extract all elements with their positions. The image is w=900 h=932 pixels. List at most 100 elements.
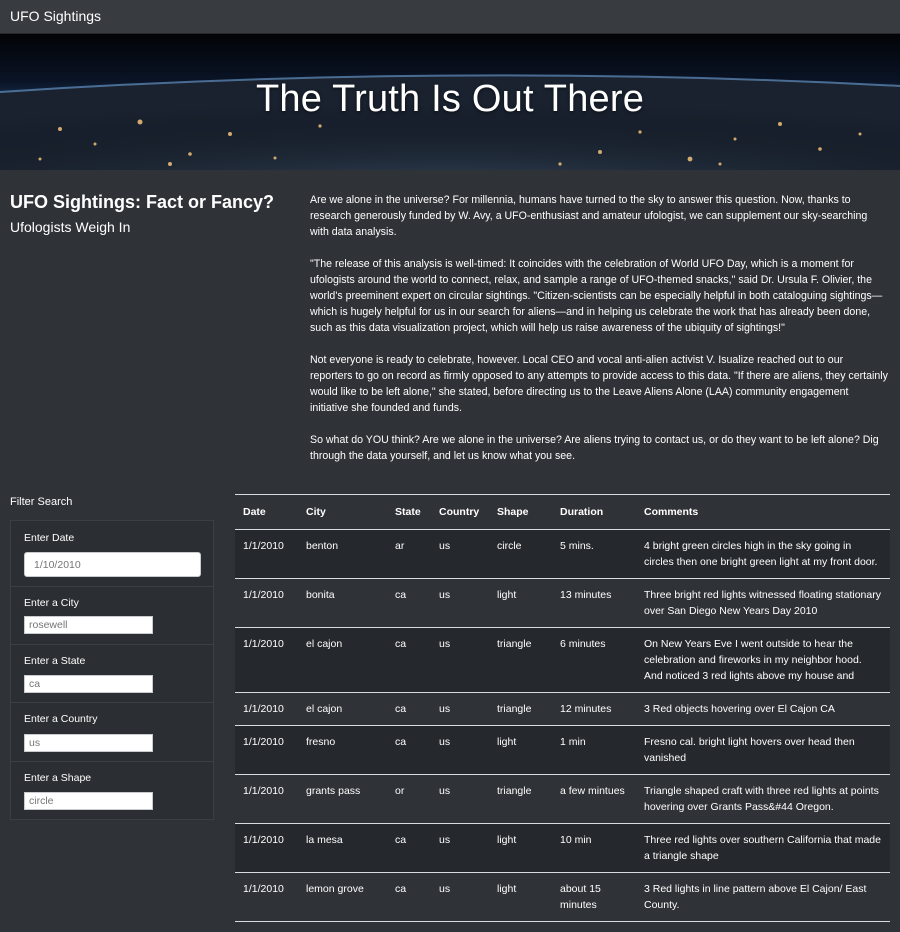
cell-country: us [439, 540, 451, 552]
country-input[interactable] [24, 734, 153, 752]
header-comments: Comments [636, 494, 890, 530]
cell-duration: 5 mins. [560, 540, 594, 552]
filter-panel: Enter Date Enter a City Enter a State En… [10, 520, 214, 820]
date-label: Enter Date [24, 532, 75, 544]
cell-country: us [439, 703, 451, 715]
cell-comments: On New Years Eve I went outside to hear … [636, 628, 890, 693]
cell-state: ca [395, 638, 407, 650]
hero-title: The Truth Is Out There [255, 78, 645, 120]
table-header-row: Date City State Country Shape Duration C… [235, 494, 890, 530]
shape-label: Enter a Shape [24, 772, 92, 784]
cell-city: bonita [306, 589, 335, 601]
cell-date: 1/1/2010 [243, 883, 284, 895]
filter-item-city: Enter a City [11, 587, 213, 645]
cell-shape: light [497, 834, 517, 846]
date-input[interactable] [24, 552, 201, 577]
table-row: 1/1/2010 bonita ca us light 13 minutes T… [235, 578, 890, 628]
cell-duration: about 15 minutes [560, 883, 601, 911]
cell-duration: 12 minutes [560, 703, 612, 715]
table-row: 1/1/2010 el cajon ca us triangle 12 minu… [235, 692, 890, 726]
intro-heading: UFO Sightings: Fact or Fancy? [10, 192, 275, 212]
state-label: Enter a State [24, 655, 86, 667]
cell-comments: 3 Red objects hovering over El Cajon CA [644, 703, 835, 715]
cell-city: benton [306, 540, 339, 552]
cell-comments: Triangle shaped craft with three red lig… [644, 785, 879, 813]
header-shape: Shape [489, 494, 552, 530]
article-paragraph: "The release of this analysis is well-ti… [310, 258, 883, 334]
cell-duration: 1 min [560, 736, 586, 748]
cell-state: or [395, 785, 405, 797]
city-input[interactable] [24, 616, 153, 634]
cell-country: us [439, 883, 451, 895]
cell-date: 1/1/2010 [243, 540, 284, 552]
cell-shape: triangle [497, 785, 532, 797]
navbar: UFO Sightings [0, 0, 900, 34]
cell-comments: Three bright red lights witnessed floati… [644, 589, 881, 617]
cell-country: us [439, 785, 451, 797]
cell-country: us [439, 589, 451, 601]
hero-banner: The Truth Is Out There [0, 34, 900, 170]
table-row: 1/1/2010 fresno ca us light 1 min Fresno… [235, 725, 890, 775]
cell-duration: 10 min [560, 834, 592, 846]
cell-country: us [439, 736, 451, 748]
cell-comments: 3 Red lights in line pattern above El Ca… [644, 883, 867, 911]
header-duration: Duration [552, 494, 636, 530]
navbar-brand[interactable]: UFO Sightings [10, 8, 101, 24]
filter-item-country: Enter a Country [11, 703, 213, 762]
cell-shape: triangle [497, 638, 532, 650]
cell-shape: light [497, 589, 517, 601]
sightings-table-wrap: Date City State Country Shape Duration C… [235, 494, 890, 922]
header-date: Date [235, 494, 298, 530]
cell-shape: light [497, 736, 517, 748]
header-city: City [298, 494, 387, 530]
cell-state: ca [395, 834, 407, 846]
intro-subheading: Ufologists Weigh In [10, 219, 131, 235]
filter-search-title: Filter Search [10, 496, 73, 508]
article-paragraph: So what do YOU think? Are we alone in th… [310, 434, 879, 462]
table-row: 1/1/2010 el cajon ca us triangle 6 minut… [235, 627, 890, 693]
cell-duration: 6 minutes [560, 638, 606, 650]
cell-date: 1/1/2010 [243, 703, 284, 715]
table-row: 1/1/2010 lemon grove ca us light about 1… [235, 872, 890, 922]
city-label: Enter a City [24, 597, 79, 609]
filter-item-state: Enter a State [11, 645, 213, 703]
header-state: State [387, 494, 431, 530]
table-row: 1/1/2010 grants pass or us triangle a fe… [235, 774, 890, 824]
cell-comments-text: On New Years Eve I went outside to hear … [644, 638, 862, 682]
state-input[interactable] [24, 675, 153, 693]
cell-city: grants pass [306, 785, 361, 797]
cell-state: ca [395, 883, 407, 895]
cell-date: 1/1/2010 [243, 785, 284, 797]
intro-section: UFO Sightings: Fact or Fancy? Ufologists… [10, 190, 290, 236]
cell-city: el cajon [306, 638, 343, 650]
country-label: Enter a Country [24, 713, 98, 725]
cell-state: ca [395, 736, 407, 748]
cell-country: us [439, 638, 451, 650]
cell-date: 1/1/2010 [243, 834, 284, 846]
cell-date: 1/1/2010 [243, 638, 284, 650]
cell-state: ca [395, 703, 407, 715]
cell-city: la mesa [306, 834, 343, 846]
cell-duration: a few mintues [560, 785, 625, 797]
article-paragraph: Not everyone is ready to celebrate, howe… [310, 354, 888, 414]
header-country: Country [431, 494, 489, 530]
cell-shape: triangle [497, 703, 532, 715]
article-paragraph: Are we alone in the universe? For millen… [310, 194, 868, 238]
shape-input[interactable] [24, 792, 153, 810]
cell-state: ca [395, 589, 407, 601]
cell-comments: 4 bright green circles high in the sky g… [644, 540, 878, 568]
sightings-table: Date City State Country Shape Duration C… [235, 494, 890, 922]
cell-shape: circle [497, 540, 522, 552]
cell-comments: Three red lights over southern Californi… [644, 834, 881, 862]
table-row: 1/1/2010 la mesa ca us light 10 min Thre… [235, 823, 890, 873]
cell-duration: 13 minutes [560, 589, 612, 601]
cell-city: lemon grove [306, 883, 364, 895]
filter-item-date: Enter Date [11, 521, 213, 587]
article-text: Are we alone in the universe? For millen… [310, 192, 888, 480]
cell-comments: Fresno cal. bright light hovers over hea… [644, 736, 855, 764]
cell-country: us [439, 834, 451, 846]
cell-state: ar [395, 540, 405, 552]
cell-date: 1/1/2010 [243, 589, 284, 601]
table-row: 1/1/2010 benton ar us circle 5 mins. 4 b… [235, 529, 890, 579]
cell-date: 1/1/2010 [243, 736, 284, 748]
